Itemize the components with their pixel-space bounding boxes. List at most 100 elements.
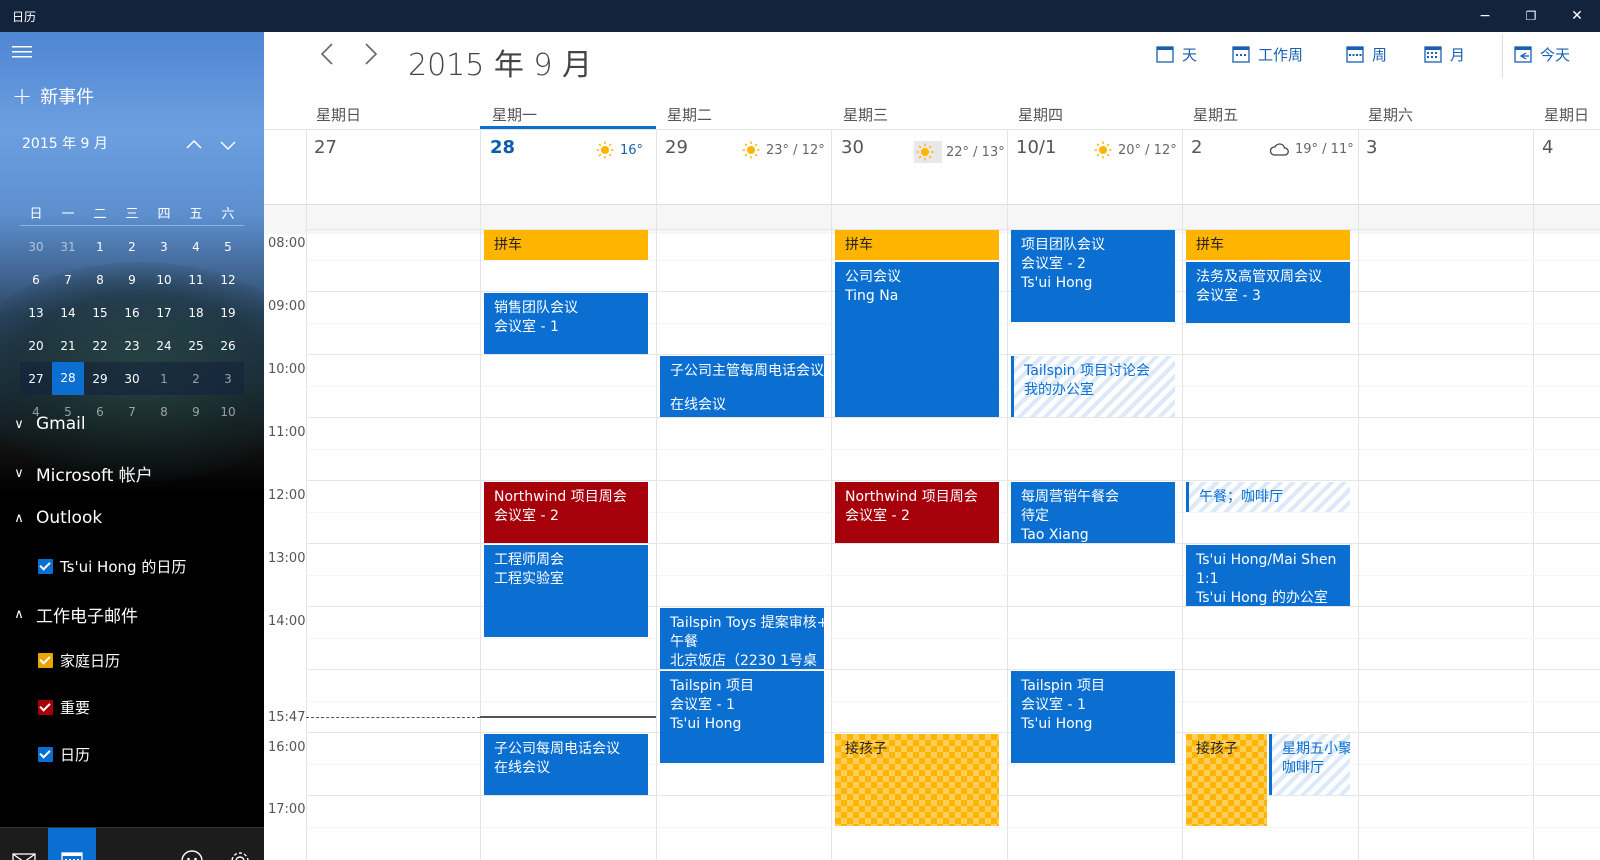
calendar-icon[interactable]: [48, 828, 96, 860]
feedback-smiley-icon[interactable]: [168, 828, 216, 860]
minical-day[interactable]: 20: [20, 339, 52, 353]
calendar-family[interactable]: 家庭日历: [38, 650, 120, 671]
event-marketing-lunch[interactable]: 每周营销午餐会 待定 Tao Xiang: [1011, 482, 1175, 543]
minical-day[interactable]: 6: [84, 405, 116, 419]
event-pickup-kids-wed[interactable]: 接孩子: [835, 734, 999, 826]
minical-day[interactable]: 5: [212, 240, 244, 254]
minical-day[interactable]: 26: [212, 339, 244, 353]
chevron-down-icon[interactable]: [220, 136, 236, 155]
minical-day[interactable]: 2: [180, 372, 212, 386]
event-pickup-kids-fri[interactable]: 接孩子: [1186, 734, 1267, 826]
event-project-team-meeting[interactable]: 项目团队会议 会议室 - 2 Ts'ui Hong: [1011, 230, 1175, 322]
minical-day[interactable]: 1: [84, 240, 116, 254]
minical-day[interactable]: 27: [20, 372, 52, 386]
new-event-button[interactable]: + 新事件: [12, 82, 94, 110]
date-number[interactable]: 10/1: [1016, 137, 1056, 158]
date-number-today[interactable]: 28: [490, 137, 515, 158]
minical-day[interactable]: 31: [52, 240, 84, 254]
checkbox-icon[interactable]: [38, 559, 53, 574]
minical-day[interactable]: 29: [84, 372, 116, 386]
event-company-meeting[interactable]: 公司会议 Ting Na: [835, 262, 999, 417]
calendar-important[interactable]: 重要: [38, 697, 90, 718]
event-subsidiary-manager-call[interactable]: 子公司主管每周电话会议 在线会议: [660, 356, 824, 417]
minical-day[interactable]: 14: [52, 306, 84, 320]
checkbox-icon[interactable]: [38, 653, 53, 668]
event-tailspin-project-thu[interactable]: Tailspin 项目 会议室 - 1 Ts'ui Hong: [1011, 671, 1175, 763]
account-microsoft[interactable]: ∨ Microsoft 帐户: [12, 461, 153, 486]
calendar-default[interactable]: 日历: [38, 744, 90, 765]
view-workweek-button[interactable]: 工作周: [1232, 42, 1303, 66]
event-lunch-cafe[interactable]: 午餐；咖啡厅: [1186, 482, 1350, 512]
minical-day[interactable]: 10: [212, 405, 244, 419]
minical-day[interactable]: 7: [52, 273, 84, 287]
minical-day[interactable]: 9: [116, 273, 148, 287]
event-one-on-one[interactable]: Ts'ui Hong/Mai Shen 1:1 Ts'ui Hong 的办公室: [1186, 545, 1350, 606]
view-month-button[interactable]: 月: [1424, 42, 1465, 66]
chevron-up-icon[interactable]: [186, 134, 202, 153]
date-number[interactable]: 4: [1542, 137, 1553, 158]
minical-day[interactable]: 22: [84, 339, 116, 353]
event-sales-meeting[interactable]: 销售团队会议 会议室 - 1: [484, 293, 648, 354]
minical-day-today[interactable]: 28: [52, 362, 84, 395]
settings-gear-icon[interactable]: [216, 828, 264, 860]
close-button[interactable]: ✕: [1554, 0, 1600, 32]
minical-day[interactable]: 30: [20, 240, 52, 254]
minical-day[interactable]: 6: [20, 273, 52, 287]
minical-day[interactable]: 24: [148, 339, 180, 353]
minical-day[interactable]: 25: [180, 339, 212, 353]
minical-day[interactable]: 23: [116, 339, 148, 353]
event-northwind-wed[interactable]: Northwind 项目周会 会议室 - 2: [835, 482, 999, 543]
minical-day[interactable]: 7: [116, 405, 148, 419]
account-outlook[interactable]: ∧ Outlook: [12, 508, 102, 528]
minical-day[interactable]: 2: [116, 240, 148, 254]
hamburger-icon[interactable]: [12, 44, 32, 63]
event-friday-party[interactable]: 星期五小聚 咖啡厅: [1269, 734, 1350, 795]
view-day-button[interactable]: 天: [1156, 42, 1197, 66]
date-number[interactable]: 27: [314, 137, 337, 158]
event-carpool-mon[interactable]: 拼车: [484, 230, 648, 260]
date-number[interactable]: 3: [1366, 137, 1377, 158]
minical-day[interactable]: 16: [116, 306, 148, 320]
today-button[interactable]: 今天: [1514, 42, 1570, 66]
minimize-button[interactable]: −: [1462, 0, 1508, 32]
event-carpool-wed[interactable]: 拼车: [835, 230, 999, 260]
minical-day[interactable]: 13: [20, 306, 52, 320]
minical-day[interactable]: 21: [52, 339, 84, 353]
event-carpool-fri[interactable]: 拼车: [1186, 230, 1350, 260]
minical-day[interactable]: 30: [116, 372, 148, 386]
minical-day[interactable]: 18: [180, 306, 212, 320]
calendar-tsui-hong[interactable]: Ts'ui Hong 的日历: [38, 556, 186, 577]
event-tailspin-project-tue[interactable]: Tailspin 项目 会议室 - 1 Ts'ui Hong: [660, 671, 824, 763]
date-number[interactable]: 29: [665, 137, 688, 158]
minical-day[interactable]: 3: [148, 240, 180, 254]
minical-day[interactable]: 8: [84, 273, 116, 287]
minical-day[interactable]: 3: [212, 372, 244, 386]
minical-day[interactable]: 8: [148, 405, 180, 419]
previous-arrow-icon[interactable]: [320, 42, 334, 73]
view-week-button[interactable]: 周: [1346, 42, 1387, 66]
minical-day[interactable]: 9: [180, 405, 212, 419]
event-tailspin-toys-review[interactable]: Tailspin Toys 提案审核+ 午餐 北京饭店（2230 1号桌: [660, 608, 824, 669]
checkbox-icon[interactable]: [38, 700, 53, 715]
minical-day[interactable]: 15: [84, 306, 116, 320]
minical-day[interactable]: 11: [180, 273, 212, 287]
date-number[interactable]: 30: [841, 137, 864, 158]
date-number[interactable]: 2: [1191, 137, 1202, 158]
account-gmail[interactable]: ∨ Gmail: [12, 414, 85, 434]
mail-icon[interactable]: [0, 828, 48, 860]
minical-day[interactable]: 12: [212, 273, 244, 287]
event-northwind-mon[interactable]: Northwind 项目周会 会议室 - 2: [484, 482, 648, 543]
event-engineer-weekly[interactable]: 工程师周会 工程实验室: [484, 545, 648, 637]
minical-day[interactable]: 10: [148, 273, 180, 287]
event-legal-exec-meeting[interactable]: 法务及高管双周会议 会议室 - 3: [1186, 262, 1350, 323]
event-tailspin-discussion[interactable]: Tailspin 项目讨论会 我的办公室: [1011, 356, 1175, 417]
restore-button[interactable]: ❐: [1508, 0, 1554, 32]
minical-day[interactable]: 1: [148, 372, 180, 386]
minical-title[interactable]: 2015 年 9 月: [22, 133, 108, 153]
checkbox-icon[interactable]: [38, 747, 53, 762]
event-subsidiary-call-mon[interactable]: 子公司每周电话会议 在线会议: [484, 734, 648, 795]
minical-day[interactable]: 4: [180, 240, 212, 254]
minical-day[interactable]: 19: [212, 306, 244, 320]
account-work-email[interactable]: ∧ 工作电子邮件: [12, 602, 138, 627]
minical-day[interactable]: 17: [148, 306, 180, 320]
